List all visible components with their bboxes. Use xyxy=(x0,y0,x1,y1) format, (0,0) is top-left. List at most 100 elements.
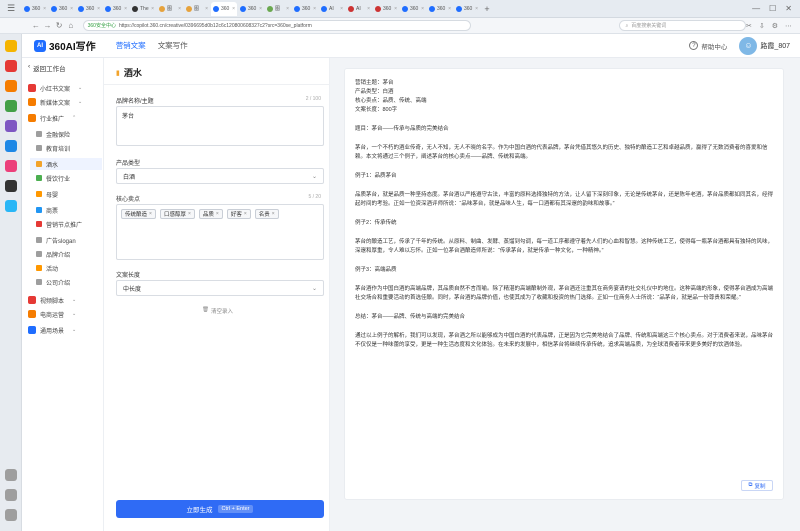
browser-tab[interactable]: 360 × xyxy=(427,2,453,16)
sidebar-app-icon[interactable] xyxy=(5,180,17,192)
browser-tab[interactable]: 图 × xyxy=(184,2,210,16)
browser-tab[interactable]: AI × xyxy=(319,2,345,16)
tab-close-icon[interactable]: × xyxy=(43,6,46,12)
tag-remove-icon[interactable]: × xyxy=(216,211,219,217)
tab-close-icon[interactable]: × xyxy=(259,6,262,12)
tag-remove-icon[interactable]: × xyxy=(244,211,247,217)
browser-tab[interactable]: 360 × xyxy=(211,1,237,16)
sidebar-tool-icon[interactable] xyxy=(5,489,17,501)
tab-close-icon[interactable]: × xyxy=(97,6,100,12)
sidebar-app-icon[interactable] xyxy=(5,120,17,132)
sidebar-item-label: 行业推广 xyxy=(40,116,65,123)
maximize-icon[interactable]: ☐ xyxy=(769,4,776,13)
minimize-icon[interactable]: — xyxy=(752,4,760,13)
tab-close-icon[interactable]: × xyxy=(448,6,451,12)
back-to-workbench[interactable]: ‹ 返回工作台 xyxy=(28,63,66,73)
browser-tab[interactable]: 360 × xyxy=(22,2,48,16)
tab-close-icon[interactable]: × xyxy=(475,6,478,12)
download-icon[interactable]: ⇩ xyxy=(759,22,765,30)
sidebar-item[interactable]: 小红书文案 ⌄ xyxy=(28,82,82,94)
sidebar-item[interactable]: 教育培训 xyxy=(36,142,70,154)
tab-close-icon[interactable]: × xyxy=(232,6,235,12)
tab-close-icon[interactable]: × xyxy=(205,6,208,12)
refresh-icon[interactable]: ↻ xyxy=(53,21,65,30)
app-name[interactable]: 360AI写作 xyxy=(49,38,96,53)
sidebar-item[interactable]: 通用场景 ⌄ xyxy=(28,324,76,336)
sidebar-item[interactable]: 广告slogan xyxy=(36,234,76,246)
settings-icon[interactable]: ⚙ xyxy=(772,22,778,30)
tab-close-icon[interactable]: × xyxy=(124,6,127,12)
url-input[interactable]: 360安全中心 https://copilot.360.cn/creative/… xyxy=(82,20,472,31)
sidebar-app-icon[interactable] xyxy=(5,60,17,72)
sidebar-app-icon[interactable] xyxy=(5,200,17,212)
tab-close-icon[interactable]: × xyxy=(70,6,73,12)
browser-tab[interactable]: 360 × xyxy=(76,2,102,16)
new-tab-icon[interactable]: + xyxy=(481,4,493,14)
sidebar-item[interactable]: 公司介绍 xyxy=(36,276,70,288)
back-icon[interactable]: ← xyxy=(30,21,42,30)
sidebar-app-icon[interactable] xyxy=(5,80,17,92)
favorites-icon[interactable] xyxy=(5,40,17,52)
tag-remove-icon[interactable]: × xyxy=(188,211,191,217)
tab-close-icon[interactable]: × xyxy=(421,6,424,12)
username[interactable]: 路霞_807 xyxy=(760,41,790,51)
tab-close-icon[interactable]: × xyxy=(178,6,181,12)
home-icon[interactable]: ⌂ xyxy=(65,21,77,30)
length-select[interactable]: 中长度 ⌄ xyxy=(116,280,324,296)
sidebar-item[interactable]: 金融保险 xyxy=(36,128,70,140)
sidebar-item[interactable]: 新媒体文案 ⌄ xyxy=(28,96,82,108)
tab-close-icon[interactable]: × xyxy=(313,6,316,12)
more-icon[interactable]: ⋯ xyxy=(785,22,792,30)
tab-close-icon[interactable]: × xyxy=(340,6,343,12)
browser-tab[interactable]: 360 × xyxy=(238,2,264,16)
sidebar-item[interactable]: 餐饮行业 xyxy=(36,172,70,184)
tab-favicon xyxy=(159,5,165,12)
keywords-input[interactable]: 传统酿造 × 口感醇厚 × 品质 × 好客 × 名贵 × xyxy=(116,204,324,260)
browser-tab[interactable]: 360 × xyxy=(49,2,75,16)
browser-tab[interactable]: The × xyxy=(130,2,156,16)
sidebar-item[interactable]: 行业推广 ⌃ xyxy=(28,112,76,124)
brand-name-input[interactable]: 茅台 xyxy=(116,106,324,146)
tab-close-icon[interactable]: × xyxy=(286,6,289,12)
generate-button[interactable]: 立即生成 Ctrl + Enter xyxy=(116,500,324,518)
sidebar-item[interactable]: 营销节点推广 xyxy=(36,218,82,230)
sidebar-app-icon[interactable] xyxy=(5,160,17,172)
sidebar-item[interactable]: 活动 xyxy=(36,262,58,274)
tab-close-icon[interactable]: × xyxy=(367,6,370,12)
browser-tab[interactable]: 360 × xyxy=(103,2,129,16)
sidebar-app-icon[interactable] xyxy=(5,140,17,152)
sidebar-item[interactable]: 商票 xyxy=(36,204,58,216)
avatar[interactable]: ☺ xyxy=(739,36,758,55)
browser-tab[interactable]: 图 × xyxy=(265,2,291,16)
sidebar-tool-icon[interactable] xyxy=(5,469,17,481)
tab-close-icon[interactable]: × xyxy=(394,6,397,12)
extensions-icon[interactable]: ✂ xyxy=(746,22,752,30)
browser-tab[interactable]: 360 × xyxy=(454,2,480,16)
browser-menu-icon[interactable]: ☰ xyxy=(0,0,22,18)
tab-copy-writing[interactable]: 文案写作 xyxy=(158,34,188,58)
tab-marketing-copy[interactable]: 营销文案 xyxy=(116,34,146,58)
product-type-select[interactable]: 白酒 ⌄ xyxy=(116,168,324,184)
browser-tab[interactable]: 360 × xyxy=(292,2,318,16)
browser-search-input[interactable]: ⌕ 百度搜索关键词 xyxy=(619,20,746,31)
sidebar-item[interactable]: 母婴 xyxy=(36,188,58,200)
forward-icon[interactable]: → xyxy=(42,21,54,30)
result-line: 营销主题：茅台 xyxy=(355,80,394,86)
tab-close-icon[interactable]: × xyxy=(151,6,154,12)
sidebar-app-icon[interactable] xyxy=(5,100,17,112)
copy-button[interactable]: ⧉ 复制 xyxy=(741,480,773,491)
tag-remove-icon[interactable]: × xyxy=(149,211,152,217)
sidebar-item[interactable]: 视频脚本 ⌄ xyxy=(28,294,76,306)
browser-tab[interactable]: AI × xyxy=(346,2,372,16)
sidebar-item[interactable]: 电商运营 ⌄ xyxy=(28,308,76,320)
sidebar-settings-icon[interactable] xyxy=(5,509,17,521)
clear-input-button[interactable]: 🗑 清空录入 xyxy=(202,307,233,315)
sidebar-item[interactable]: 品牌介绍 xyxy=(36,248,70,260)
browser-tab[interactable]: 360 × xyxy=(373,2,399,16)
browser-tab[interactable]: 360 × xyxy=(400,2,426,16)
help-center-link[interactable]: ? 帮助中心 xyxy=(689,41,727,51)
tag-remove-icon[interactable]: × xyxy=(272,211,275,217)
close-icon[interactable]: ✕ xyxy=(785,4,792,13)
sidebar-item[interactable]: 酒水 xyxy=(30,158,102,170)
browser-tab[interactable]: 图 × xyxy=(157,2,183,16)
